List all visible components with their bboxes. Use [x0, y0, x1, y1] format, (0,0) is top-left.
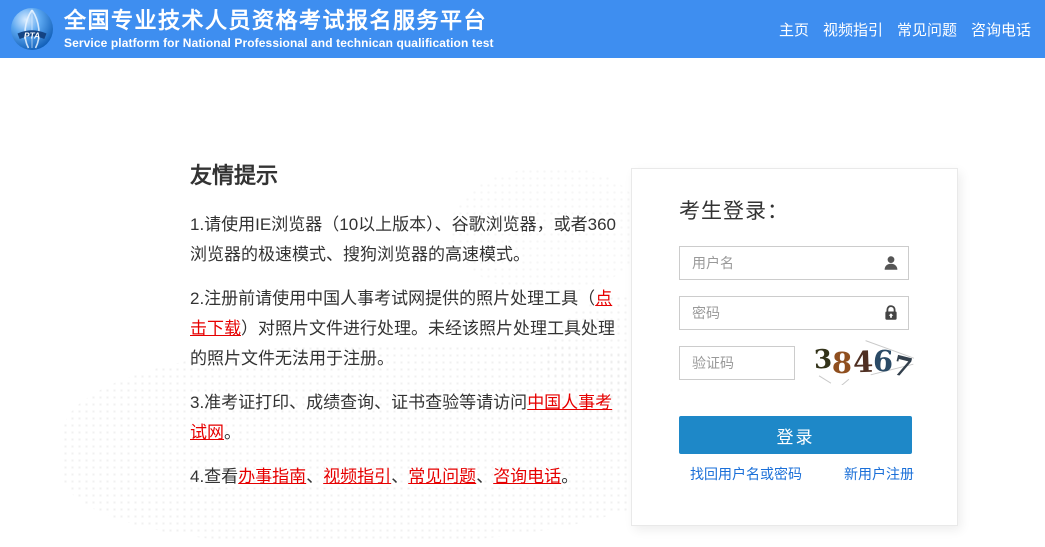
tips-heading: 友情提示: [190, 163, 279, 188]
tip-4-text: 、: [476, 467, 494, 486]
nav-home[interactable]: 主页: [779, 19, 809, 40]
captcha-field-wrap: [679, 346, 795, 380]
nav-faq[interactable]: 常见问题: [897, 19, 957, 40]
login-panel: 考生登录： 用户名 验证码 3 8 4 6 7 登录 找回用户名或密码 新用户注…: [631, 168, 958, 526]
username-input[interactable]: [679, 246, 909, 280]
tip-4-text: 4.查看: [190, 467, 239, 486]
service-guide-link[interactable]: 办事指南: [238, 467, 306, 486]
phone-link[interactable]: 咨询电话: [493, 467, 561, 486]
header-title-block: 全国专业技术人员资格考试报名服务平台 Service platform for …: [64, 8, 494, 50]
tip-2-text: ）对照片文件进行处理。未经该照片处理工具处理的照片文件无法用于注册。: [190, 319, 615, 368]
pta-logo-icon: PTA: [10, 7, 54, 51]
nav-phone[interactable]: 咨询电话: [971, 19, 1031, 40]
nav-video-guide[interactable]: 视频指引: [823, 19, 883, 40]
svg-text:PTA: PTA: [24, 31, 40, 41]
header: PTA 全国专业技术人员资格考试报名服务平台 Service platform …: [0, 0, 1045, 58]
page: PTA 全国专业技术人员资格考试报名服务平台 Service platform …: [0, 0, 1045, 547]
site-title: 全国专业技术人员资格考试报名服务平台: [64, 7, 488, 33]
header-nav: 主页 视频指引 常见问题 咨询电话: [779, 19, 1031, 40]
captcha-image[interactable]: 38467: [812, 339, 914, 385]
tip-4-text: 。: [561, 467, 579, 486]
tips-section: 友情提示 1.请使用IE浏览器（10以上版本）、谷歌浏览器，或者360浏览器的极…: [190, 158, 627, 506]
tip-3-text: 3.准考证打印、成绩查询、证书查验等请访问: [190, 393, 528, 412]
tip-4-text: 、: [306, 467, 324, 486]
tip-item-4: 4.查看办事指南、视频指引、常见问题、咨询电话。: [190, 462, 627, 492]
video-guide-link[interactable]: 视频指引: [323, 467, 391, 486]
tip-4-text: 、: [391, 467, 409, 486]
password-input[interactable]: [679, 296, 909, 330]
faq-link[interactable]: 常见问题: [408, 467, 476, 486]
tip-item-3: 3.准考证打印、成绩查询、证书查验等请访问中国人事考试网。: [190, 388, 627, 448]
password-field-wrap: [679, 296, 909, 330]
captcha-noise: [818, 375, 832, 384]
login-heading: 考生登录：: [679, 200, 789, 223]
login-links-row: 找回用户名或密码 新用户注册: [632, 464, 957, 484]
forgot-credentials-link[interactable]: 找回用户名或密码: [690, 464, 802, 484]
username-field-wrap: [679, 246, 909, 280]
tip-item-1: 1.请使用IE浏览器（10以上版本）、谷歌浏览器，或者360浏览器的极速模式、搜…: [190, 215, 617, 264]
tip-3-text: 。: [224, 423, 241, 442]
new-user-register-link[interactable]: 新用户注册: [844, 464, 914, 484]
tip-item-2: 2.注册前请使用中国人事考试网提供的照片处理工具（点击下载）对照片文件进行处理。…: [190, 284, 627, 374]
captcha-input[interactable]: [679, 346, 795, 380]
login-button[interactable]: 登录: [679, 416, 912, 454]
site-subtitle: Service platform for National Profession…: [64, 36, 494, 51]
tip-2-text: 2.注册前请使用中国人事考试网提供的照片处理工具（: [190, 289, 596, 308]
